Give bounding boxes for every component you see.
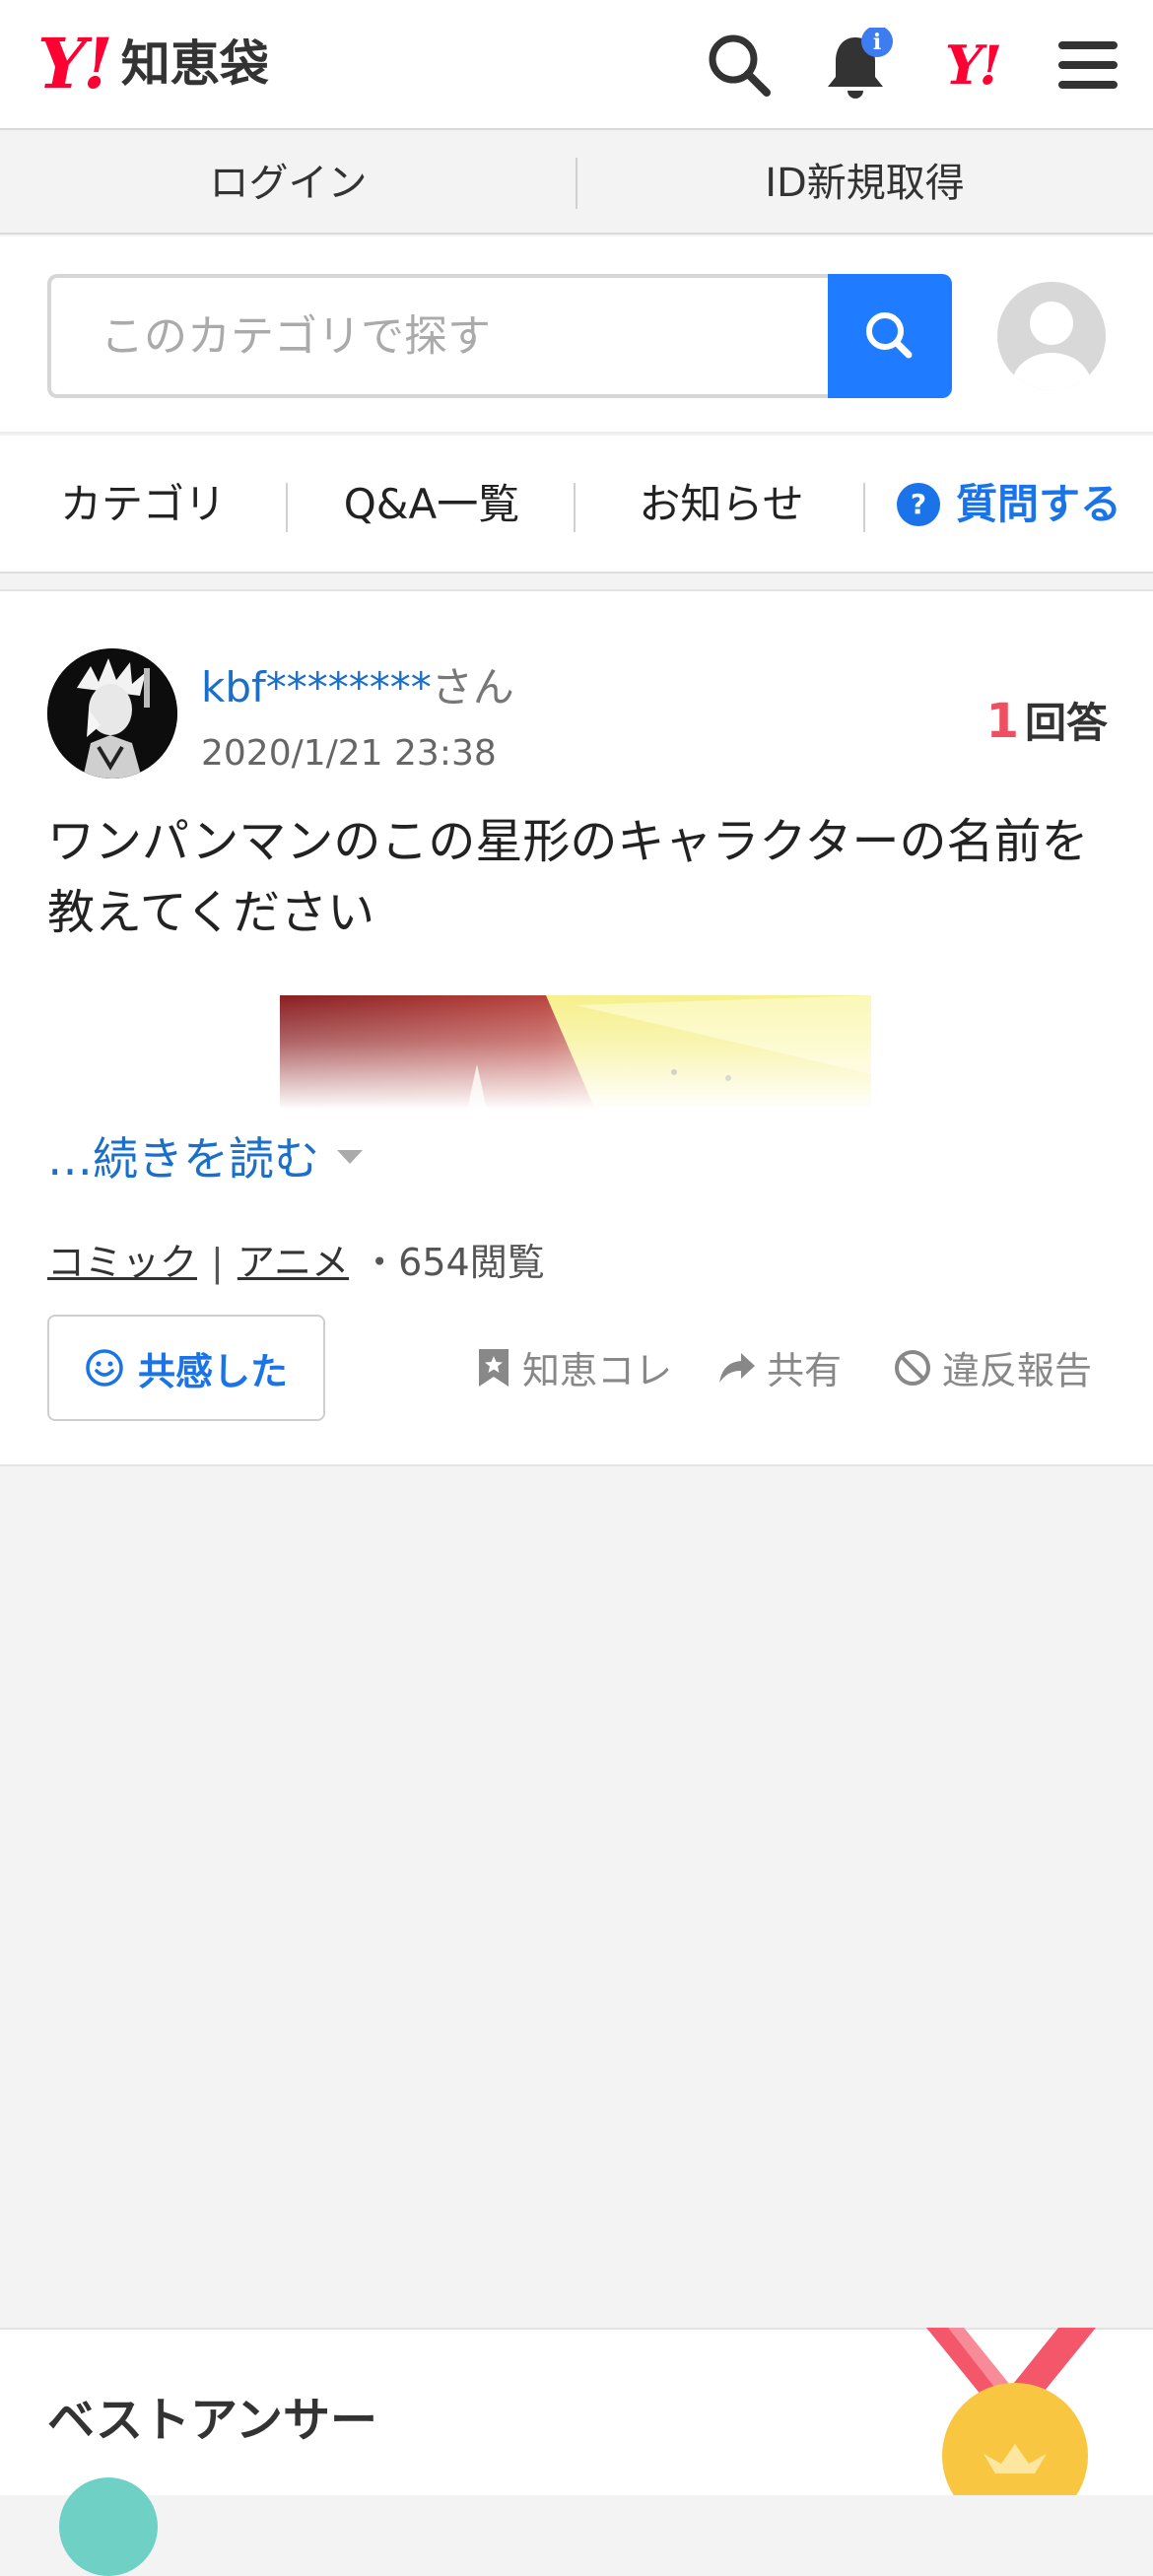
report-button[interactable]: 違反報告 [893, 1340, 1092, 1394]
question-image[interactable] [280, 995, 871, 1110]
share-button[interactable]: 共有 [717, 1340, 842, 1394]
collect-label: 知恵コレ [522, 1349, 673, 1392]
prohibited-icon [895, 1349, 930, 1386]
default-user-icon [1012, 302, 1091, 390]
top-header: Y! 知恵袋 i Y! [0, 0, 1153, 130]
read-more-label: …続きを読む [47, 1132, 319, 1186]
chiebukuro-logo[interactable]: Y! 知恵袋 [37, 30, 269, 99]
logo-name: 知恵袋 [120, 35, 269, 93]
yahoo-icon[interactable]: Y! [934, 28, 1009, 102]
manga-character-avatar-icon [47, 648, 177, 779]
search-icon[interactable] [702, 28, 777, 102]
view-count: ・654閲覧 [361, 1241, 545, 1284]
question-card: kbf********さん 2020/1/21 23:38 1 回答 ワンパンマン… [0, 589, 1153, 1466]
user-avatar[interactable] [997, 282, 1106, 390]
search-icon [866, 312, 913, 359]
answer-count-label: 回答 [1024, 699, 1108, 747]
tab-category[interactable]: カテゴリ [30, 436, 256, 574]
questioner-id[interactable]: kbf******** [201, 663, 432, 712]
login-divider [576, 158, 577, 209]
hamburger-menu-icon[interactable] [1051, 28, 1125, 102]
empathy-button[interactable]: 共感した [47, 1315, 325, 1421]
questioner-avatar[interactable] [47, 648, 177, 779]
questioner-name[interactable]: kbf********さん [201, 654, 514, 714]
answerer-avatar[interactable] [59, 2477, 158, 2576]
nav-tabs: カテゴリ Q&A一覧 お知らせ ? 質問する [0, 436, 1153, 574]
register-link[interactable]: ID新規取得 [576, 132, 1153, 233]
question-body: ワンパンマンのこの星形のキャラクターの名前を教えてください [47, 814, 1089, 940]
tag-separator: | [211, 1241, 224, 1284]
category-search-input[interactable] [51, 278, 826, 394]
yahoo-logo-mark: Y! [37, 23, 113, 104]
read-more-link[interactable]: …続きを読む [47, 1123, 365, 1188]
question-date: 2020/1/21 23:38 [201, 733, 497, 774]
report-label: 違反報告 [942, 1349, 1093, 1392]
login-bar: ログイン ID新規取得 [0, 132, 1153, 235]
search-submit-button[interactable] [828, 274, 952, 398]
empathy-label: 共感した [137, 1349, 288, 1393]
share-arrow-icon [719, 1352, 755, 1383]
image-fade-overlay [280, 995, 871, 1110]
tab-notice[interactable]: お知らせ [603, 436, 840, 574]
bookmark-star-icon [479, 1348, 509, 1387]
ask-question-button[interactable]: ? 質問する [895, 436, 1131, 574]
nav-divider [863, 483, 865, 532]
login-link[interactable]: ログイン [0, 132, 576, 233]
collect-button[interactable]: 知恵コレ [475, 1340, 672, 1394]
nav-divider [286, 483, 288, 532]
search-row [0, 237, 1153, 434]
tag-anime[interactable]: アニメ [237, 1241, 349, 1284]
chevron-down-icon [337, 1150, 363, 1164]
answer-count-number: 1 [985, 694, 1019, 749]
best-answer-title: ベストアンサー [47, 2393, 378, 2448]
notification-bell-icon[interactable]: i [818, 26, 893, 102]
svg-text:?: ? [911, 488, 926, 520]
best-answer-medal-icon [926, 2328, 1114, 2495]
notification-badge-text: i [873, 30, 881, 55]
tab-qa-list[interactable]: Q&A一覧 [313, 436, 550, 574]
honorific: さん [431, 663, 514, 712]
nav-divider [574, 483, 576, 532]
ask-question-label: 質問する [956, 480, 1122, 528]
share-label: 共有 [767, 1349, 843, 1392]
smile-icon [86, 1349, 123, 1387]
question-tags: コミック | アニメ ・654閲覧 [47, 1232, 545, 1286]
answer-count[interactable]: 1 回答 [986, 690, 1108, 750]
question-mark-icon: ? [897, 483, 940, 526]
tag-comic[interactable]: コミック [47, 1241, 197, 1284]
